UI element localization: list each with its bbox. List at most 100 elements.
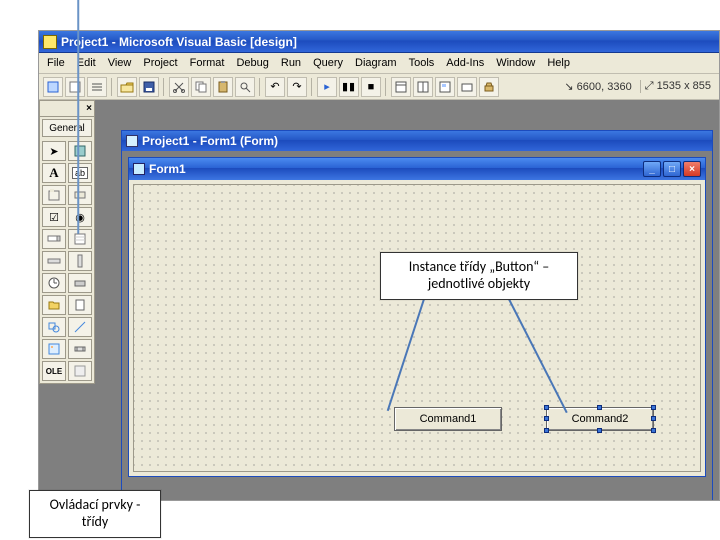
end-button[interactable]: ■ bbox=[361, 77, 381, 97]
menu-bar: File Edit View Project Format Debug Run … bbox=[39, 53, 719, 74]
callout-line1: Instance třídy „Button“ – bbox=[409, 258, 550, 275]
timer-tool[interactable] bbox=[42, 273, 66, 293]
menu-icon bbox=[90, 80, 104, 94]
minimize-icon: _ bbox=[649, 164, 655, 175]
undo-button[interactable]: ↶ bbox=[265, 77, 285, 97]
menu-help[interactable]: Help bbox=[541, 55, 576, 71]
data-tool[interactable] bbox=[68, 339, 92, 359]
redo-button[interactable]: ↷ bbox=[287, 77, 307, 97]
extra-tool[interactable] bbox=[68, 361, 92, 381]
menu-format[interactable]: Format bbox=[184, 55, 231, 71]
frame-icon bbox=[47, 188, 61, 202]
menu-query[interactable]: Query bbox=[307, 55, 349, 71]
title-bar[interactable]: Project1 - Microsoft Visual Basic [desig… bbox=[39, 31, 719, 53]
toolbox-button[interactable] bbox=[479, 77, 499, 97]
floppy-icon bbox=[142, 80, 156, 94]
optionbutton-tool[interactable]: ◉ bbox=[68, 207, 92, 227]
hscrollbar-tool[interactable] bbox=[42, 251, 66, 271]
filelistbox-tool[interactable] bbox=[68, 295, 92, 315]
app-icon bbox=[43, 35, 57, 49]
module-icon bbox=[68, 80, 82, 94]
properties-button[interactable] bbox=[413, 77, 433, 97]
label-tool[interactable]: A bbox=[42, 163, 66, 183]
app-title: Project1 - Microsoft Visual Basic [desig… bbox=[61, 35, 297, 49]
commandbutton-tool[interactable] bbox=[68, 185, 92, 205]
add-project-button[interactable] bbox=[43, 77, 63, 97]
callout-button-instances: Instance třídy „Button“ – jednotlivé obj… bbox=[380, 252, 578, 300]
stop-icon: ■ bbox=[368, 81, 375, 93]
command1-button[interactable]: Command1 bbox=[394, 407, 502, 431]
form1-canvas[interactable]: Command1 Command2 bbox=[133, 184, 701, 472]
position-indicator: ↘ 6600, 3360 bbox=[564, 80, 637, 93]
menu-edit[interactable]: Edit bbox=[71, 55, 102, 71]
form-designer-body: Form1 _ □ × Command1 Command2 bbox=[122, 151, 712, 500]
toolbox-window[interactable]: × General ➤ A ab ☑ ◉ bbox=[39, 100, 95, 384]
menu-run[interactable]: Run bbox=[275, 55, 307, 71]
vscrollbar-tool[interactable] bbox=[68, 251, 92, 271]
listbox-tool[interactable] bbox=[68, 229, 92, 249]
find-button[interactable] bbox=[235, 77, 255, 97]
checkbox-tool[interactable]: ☑ bbox=[42, 207, 66, 227]
form-designer-titlebar[interactable]: Project1 - Form1 (Form) bbox=[122, 131, 712, 151]
dirlistbox-tool[interactable] bbox=[42, 295, 66, 315]
menu-file[interactable]: File bbox=[41, 55, 71, 71]
combobox-tool[interactable] bbox=[42, 229, 66, 249]
clipboard-icon bbox=[216, 80, 230, 94]
folder-open-icon bbox=[120, 80, 134, 94]
form-layout-button[interactable] bbox=[435, 77, 455, 97]
form-designer-title: Project1 - Form1 (Form) bbox=[142, 134, 278, 148]
save-button[interactable] bbox=[139, 77, 159, 97]
shape-tool[interactable] bbox=[42, 317, 66, 337]
menu-tools[interactable]: Tools bbox=[403, 55, 441, 71]
close-button[interactable]: × bbox=[683, 161, 701, 177]
menu-addins[interactable]: Add-Ins bbox=[440, 55, 490, 71]
add-item-button[interactable] bbox=[65, 77, 85, 97]
frame-tool[interactable] bbox=[42, 185, 66, 205]
line-tool[interactable] bbox=[68, 317, 92, 337]
drivelistbox-tool[interactable] bbox=[68, 273, 92, 293]
menu-diagram[interactable]: Diagram bbox=[349, 55, 403, 71]
standard-toolbar: ↶ ↷ ▸ ▮▮ ■ ↘ 6600, 3360 ⤢ 1535 x 855 bbox=[39, 74, 719, 100]
menu-view[interactable]: View bbox=[102, 55, 138, 71]
form-icon bbox=[133, 163, 145, 175]
break-button[interactable]: ▮▮ bbox=[339, 77, 359, 97]
redo-icon: ↷ bbox=[292, 80, 301, 93]
menu-window[interactable]: Window bbox=[490, 55, 541, 71]
menu-debug[interactable]: Debug bbox=[230, 55, 274, 71]
form1-titlebar[interactable]: Form1 _ □ × bbox=[129, 158, 705, 180]
image-tool[interactable] bbox=[42, 339, 66, 359]
toolbox-icon bbox=[482, 80, 496, 94]
project-explorer-button[interactable] bbox=[391, 77, 411, 97]
copy-button[interactable] bbox=[191, 77, 211, 97]
paste-button[interactable] bbox=[213, 77, 233, 97]
start-button[interactable]: ▸ bbox=[317, 77, 337, 97]
undo-icon: ↶ bbox=[270, 80, 279, 93]
cut-button[interactable] bbox=[169, 77, 189, 97]
close-icon[interactable]: × bbox=[86, 103, 92, 114]
shape-icon bbox=[47, 320, 61, 334]
object-browser-button[interactable] bbox=[457, 77, 477, 97]
combobox-icon bbox=[47, 232, 61, 246]
maximize-button[interactable]: □ bbox=[663, 161, 681, 177]
menu-project[interactable]: Project bbox=[137, 55, 183, 71]
ole-tool[interactable]: OLE bbox=[42, 361, 66, 381]
close-icon: × bbox=[689, 164, 695, 175]
folder-icon bbox=[47, 298, 61, 312]
command2-button[interactable]: Command2 bbox=[546, 407, 654, 431]
callout-toolbox-classes: Ovládací prvky - třídy bbox=[29, 490, 161, 538]
toolbox-titlebar[interactable]: × bbox=[40, 101, 94, 117]
minimize-button[interactable]: _ bbox=[643, 161, 661, 177]
form-icon bbox=[126, 135, 138, 147]
pointer-tool[interactable]: ➤ bbox=[42, 141, 66, 161]
open-button[interactable] bbox=[117, 77, 137, 97]
line-icon bbox=[73, 320, 87, 334]
picturebox-tool[interactable] bbox=[68, 141, 92, 161]
toolbox-controls: ➤ A ab ☑ ◉ OLE bbox=[40, 139, 94, 383]
textbox-tool[interactable]: ab bbox=[68, 163, 92, 183]
ole-icon: OLE bbox=[46, 367, 62, 376]
form1-title: Form1 bbox=[149, 162, 186, 176]
toolbox-category-general[interactable]: General bbox=[42, 119, 92, 137]
menu-editor-button[interactable] bbox=[87, 77, 107, 97]
command1-label: Command1 bbox=[420, 413, 477, 425]
command2-label: Command2 bbox=[572, 413, 629, 425]
